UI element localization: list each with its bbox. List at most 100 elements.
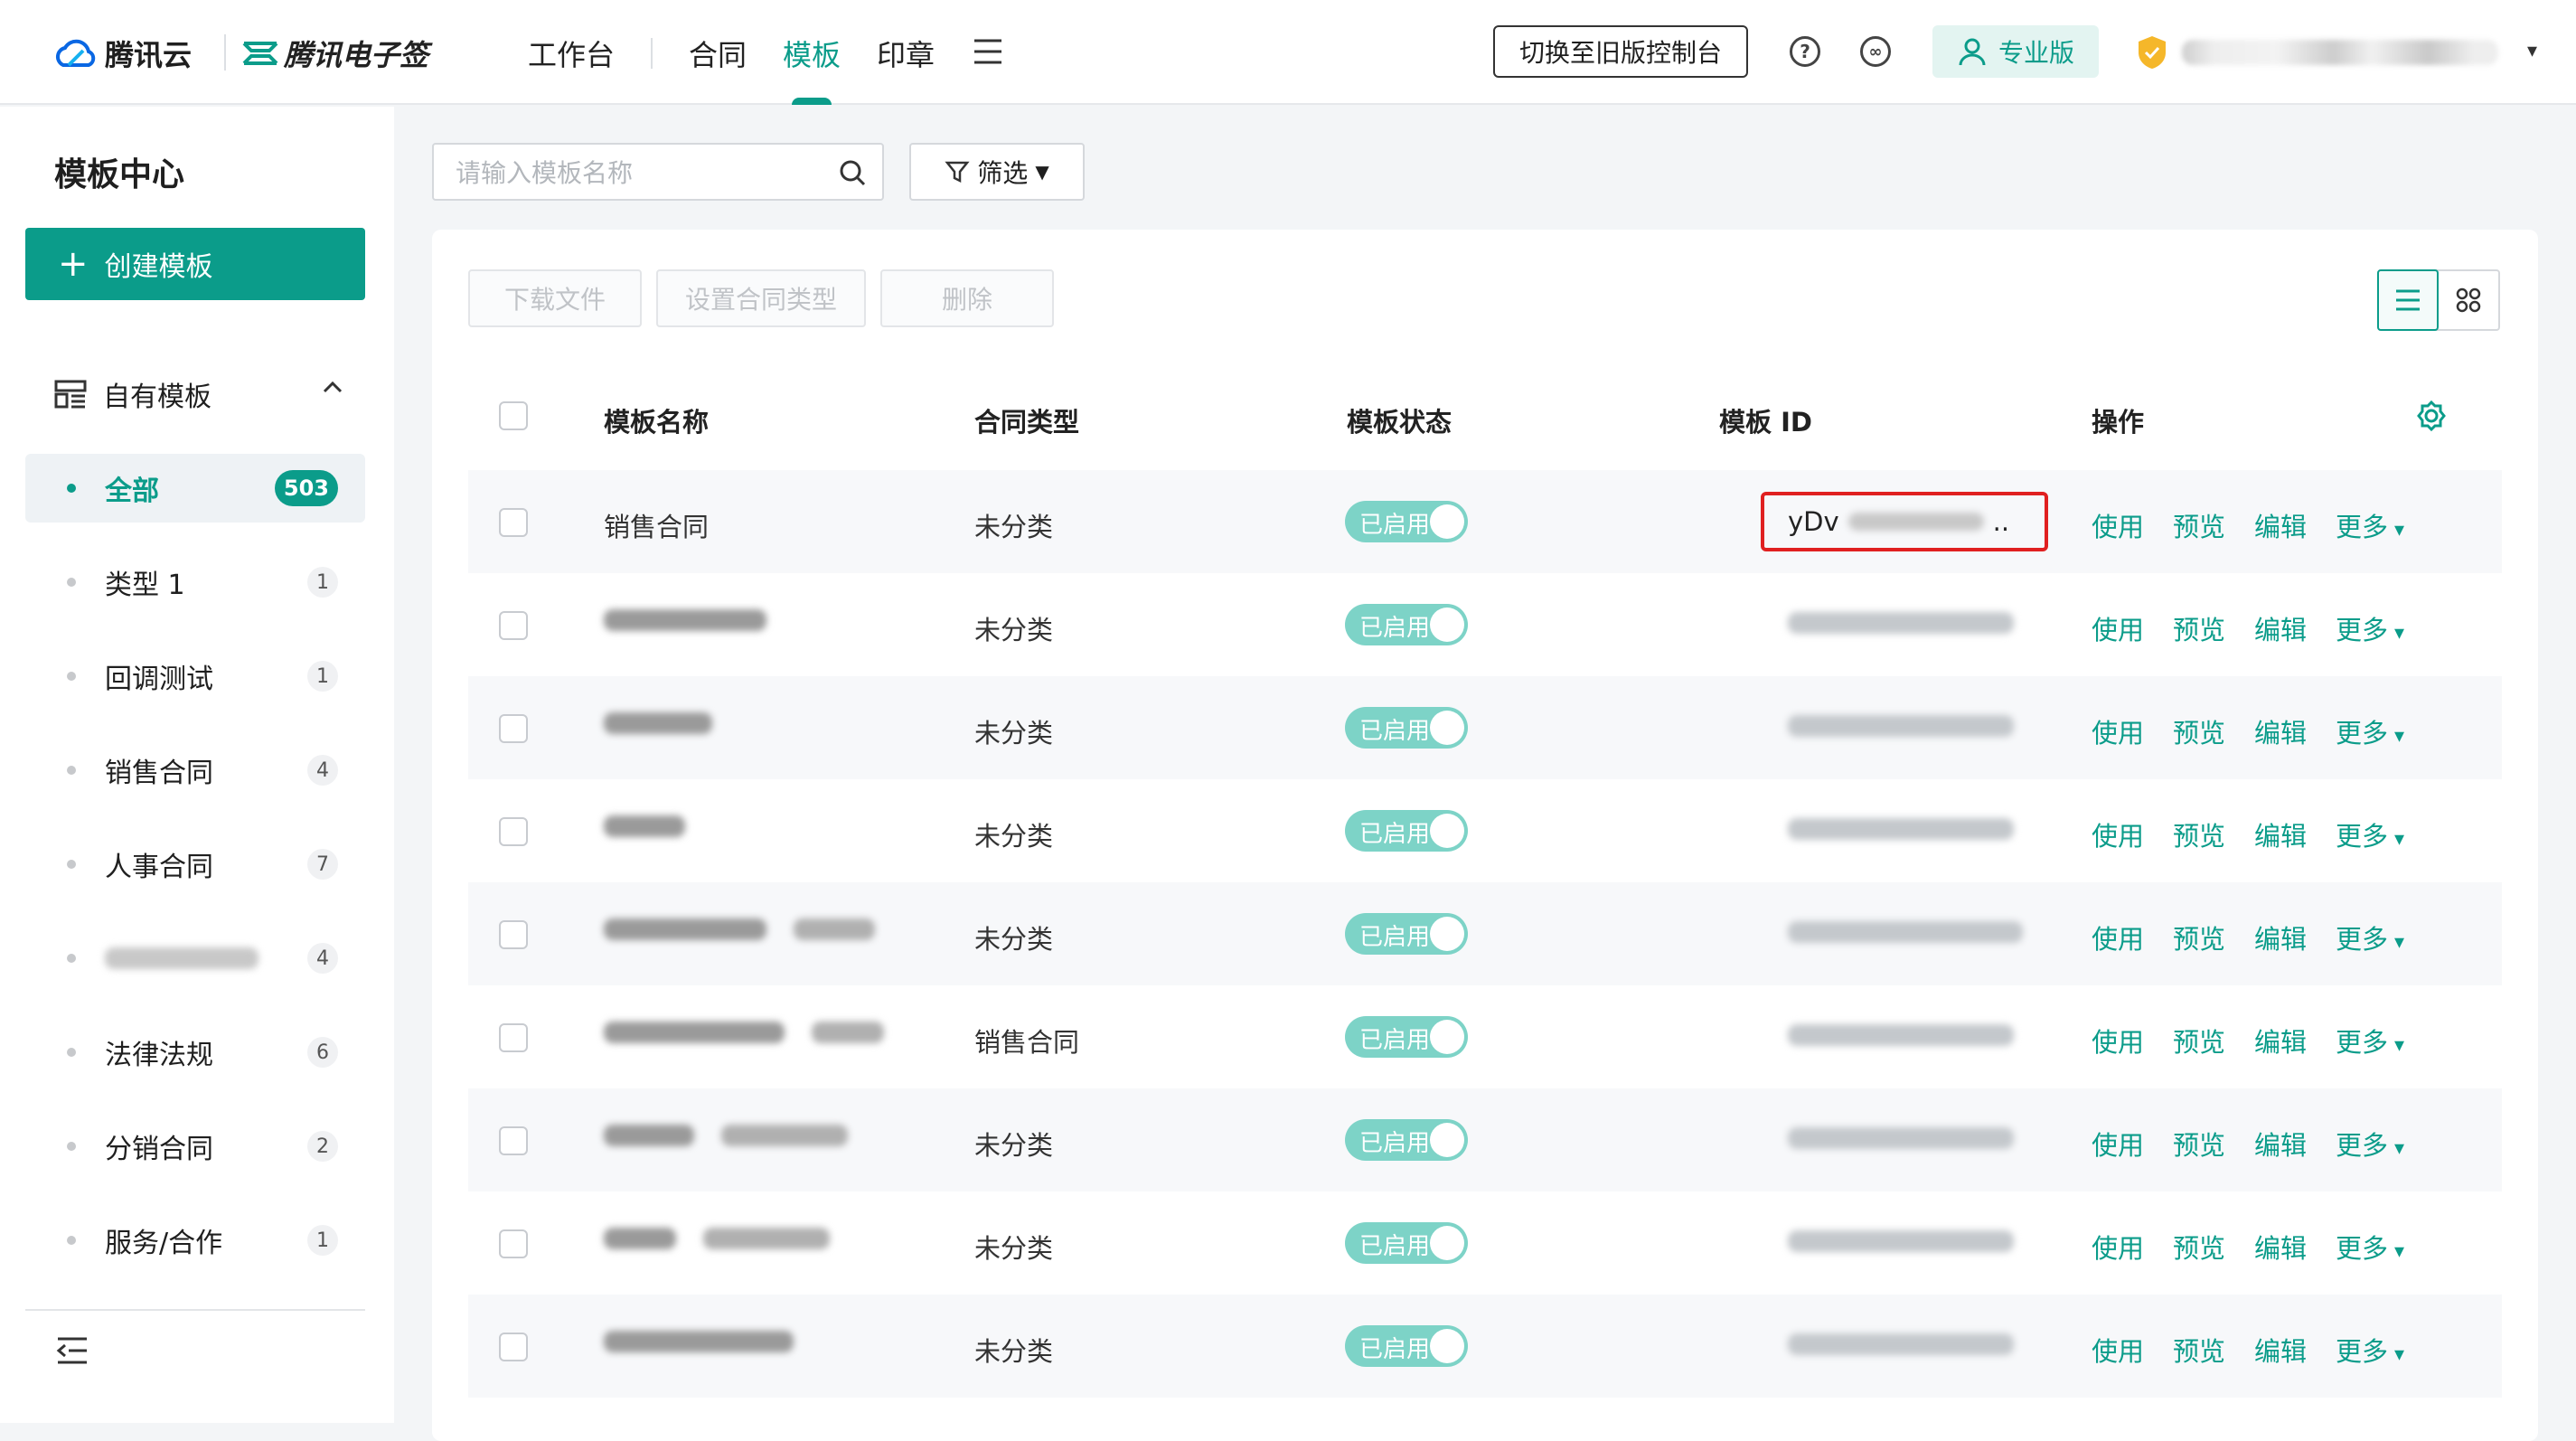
template-name-blurred[interactable] <box>604 1331 794 1352</box>
row-checkbox[interactable] <box>499 1229 528 1258</box>
more-dropdown[interactable]: 更多 <box>2336 1125 2404 1163</box>
chevron-down-icon[interactable]: ▾ <box>2527 40 2537 62</box>
search-input[interactable]: 请输入模板名称 <box>432 143 884 201</box>
more-dropdown[interactable]: 更多 <box>2336 506 2404 544</box>
sidebar-item-hr-contract[interactable]: 人事合同 7 <box>25 830 365 899</box>
edit-link[interactable]: 编辑 <box>2254 1228 2307 1266</box>
table-row[interactable]: 未分类 已启用 使用 预览 编辑 更多 <box>468 779 2502 882</box>
row-checkbox[interactable] <box>499 611 528 640</box>
edit-link[interactable]: 编辑 <box>2254 609 2307 647</box>
chevron-up-icon[interactable] <box>322 380 343 394</box>
edit-link[interactable]: 编辑 <box>2254 1125 2307 1163</box>
table-row[interactable]: 未分类 已启用 使用 预览 编辑 更多 <box>468 676 2502 779</box>
sidebar-item-blurred[interactable]: 4 <box>25 924 365 993</box>
user-account-name[interactable] <box>2182 40 2498 65</box>
column-id[interactable]: 模板 ID <box>1719 401 1812 439</box>
row-checkbox[interactable] <box>499 508 528 537</box>
list-view-button[interactable] <box>2377 269 2440 331</box>
edit-link[interactable]: 编辑 <box>2254 506 2307 544</box>
more-dropdown[interactable]: 更多 <box>2336 1022 2404 1060</box>
nav-contracts[interactable]: 合同 <box>689 33 747 74</box>
table-row[interactable]: 未分类 已启用 使用 预览 编辑 更多 <box>468 882 2502 985</box>
template-name-blurred[interactable] <box>604 815 685 837</box>
template-name-blurred[interactable] <box>604 918 875 940</box>
status-toggle[interactable]: 已启用 <box>1345 913 1468 955</box>
use-link[interactable]: 使用 <box>2092 918 2144 956</box>
sidebar-item-distribution[interactable]: 分销合同 2 <box>25 1112 365 1181</box>
row-checkbox[interactable] <box>499 1126 528 1155</box>
template-name-blurred[interactable] <box>604 1022 884 1043</box>
set-contract-type-button[interactable]: 设置合同类型 <box>656 269 866 327</box>
status-toggle[interactable]: 已启用 <box>1345 604 1468 645</box>
row-checkbox[interactable] <box>499 1333 528 1361</box>
sidebar-item-callback-test[interactable]: 回调测试 1 <box>25 642 365 711</box>
template-id-blurred[interactable] <box>1788 712 2014 743</box>
own-templates-group[interactable]: 自有模板 <box>54 374 343 414</box>
more-dropdown[interactable]: 更多 <box>2336 712 2404 750</box>
table-row[interactable]: 未分类 已启用 使用 预览 编辑 更多 <box>468 573 2502 676</box>
column-name[interactable]: 模板名称 <box>604 401 709 439</box>
filter-dropdown[interactable]: 筛选 ▼ <box>909 143 1085 201</box>
table-row[interactable]: 未分类 已启用 使用 预览 编辑 更多 <box>468 1295 2502 1398</box>
template-id-blurred[interactable] <box>1788 1022 2014 1052</box>
use-link[interactable]: 使用 <box>2092 1331 2144 1369</box>
template-name[interactable]: 销售合同 <box>604 506 709 544</box>
sidebar-item-type1[interactable]: 类型 1 1 <box>25 548 365 617</box>
search-icon[interactable] <box>839 159 866 186</box>
more-dropdown[interactable]: 更多 <box>2336 1228 2404 1266</box>
tencent-cloud-logo[interactable]: 腾讯云 <box>52 33 192 74</box>
use-link[interactable]: 使用 <box>2092 1125 2144 1163</box>
preview-link[interactable]: 预览 <box>2173 1228 2225 1266</box>
edit-link[interactable]: 编辑 <box>2254 815 2307 853</box>
download-file-button[interactable]: 下载文件 <box>468 269 642 327</box>
delete-button[interactable]: 删除 <box>880 269 1054 327</box>
preview-link[interactable]: 预览 <box>2173 506 2225 544</box>
template-id-blurred[interactable] <box>1788 1331 2014 1361</box>
preview-link[interactable]: 预览 <box>2173 918 2225 956</box>
use-link[interactable]: 使用 <box>2092 815 2144 853</box>
help-icon[interactable]: ? <box>1790 36 1820 67</box>
status-toggle[interactable]: 已启用 <box>1345 810 1468 852</box>
more-dropdown[interactable]: 更多 <box>2336 1331 2404 1369</box>
table-row[interactable]: 销售合同 未分类 已启用 yDv.. 使用 预览 编辑 更多 <box>468 470 2502 573</box>
table-row[interactable]: 销售合同 已启用 使用 预览 编辑 更多 <box>468 985 2502 1088</box>
edit-link[interactable]: 编辑 <box>2254 918 2307 956</box>
status-toggle[interactable]: 已启用 <box>1345 1119 1468 1161</box>
select-all-checkbox[interactable] <box>499 401 528 430</box>
template-id-blurred[interactable] <box>1788 918 2023 949</box>
nav-workbench[interactable]: 工作台 <box>528 33 615 74</box>
template-id-blurred[interactable] <box>1788 815 2014 846</box>
preview-link[interactable]: 预览 <box>2173 1022 2225 1060</box>
status-toggle[interactable]: 已启用 <box>1345 501 1468 542</box>
preview-link[interactable]: 预览 <box>2173 815 2225 853</box>
link-icon[interactable]: ∞ <box>1860 36 1891 67</box>
row-checkbox[interactable] <box>499 1023 528 1052</box>
sidebar-item-service[interactable]: 服务/合作 1 <box>25 1206 365 1275</box>
template-id-blurred[interactable] <box>1788 609 2014 640</box>
use-link[interactable]: 使用 <box>2092 1022 2144 1060</box>
use-link[interactable]: 使用 <box>2092 609 2144 647</box>
create-template-button[interactable]: + 创建模板 <box>25 228 365 300</box>
table-row[interactable]: 未分类 已启用 使用 预览 编辑 更多 <box>468 1088 2502 1191</box>
column-settings-icon[interactable] <box>2415 400 2448 432</box>
template-id[interactable]: yDv.. <box>1788 506 2009 537</box>
column-type[interactable]: 合同类型 <box>974 401 1079 439</box>
menu-icon[interactable] <box>973 38 1003 65</box>
template-name-blurred[interactable] <box>604 1228 830 1249</box>
preview-link[interactable]: 预览 <box>2173 1331 2225 1369</box>
status-toggle[interactable]: 已启用 <box>1345 1325 1468 1367</box>
preview-link[interactable]: 预览 <box>2173 712 2225 750</box>
edit-link[interactable]: 编辑 <box>2254 1331 2307 1369</box>
table-row[interactable]: 未分类 已启用 使用 预览 编辑 更多 <box>468 1191 2502 1295</box>
status-toggle[interactable]: 已启用 <box>1345 1222 1468 1264</box>
sidebar-item-laws[interactable]: 法律法规 6 <box>25 1018 365 1087</box>
more-dropdown[interactable]: 更多 <box>2336 609 2404 647</box>
nav-seals[interactable]: 印章 <box>877 33 935 74</box>
row-checkbox[interactable] <box>499 714 528 743</box>
use-link[interactable]: 使用 <box>2092 712 2144 750</box>
template-name-blurred[interactable] <box>604 712 712 734</box>
more-dropdown[interactable]: 更多 <box>2336 918 2404 956</box>
grid-view-button[interactable] <box>2439 271 2498 329</box>
template-name-blurred[interactable] <box>604 1125 848 1146</box>
edit-link[interactable]: 编辑 <box>2254 712 2307 750</box>
